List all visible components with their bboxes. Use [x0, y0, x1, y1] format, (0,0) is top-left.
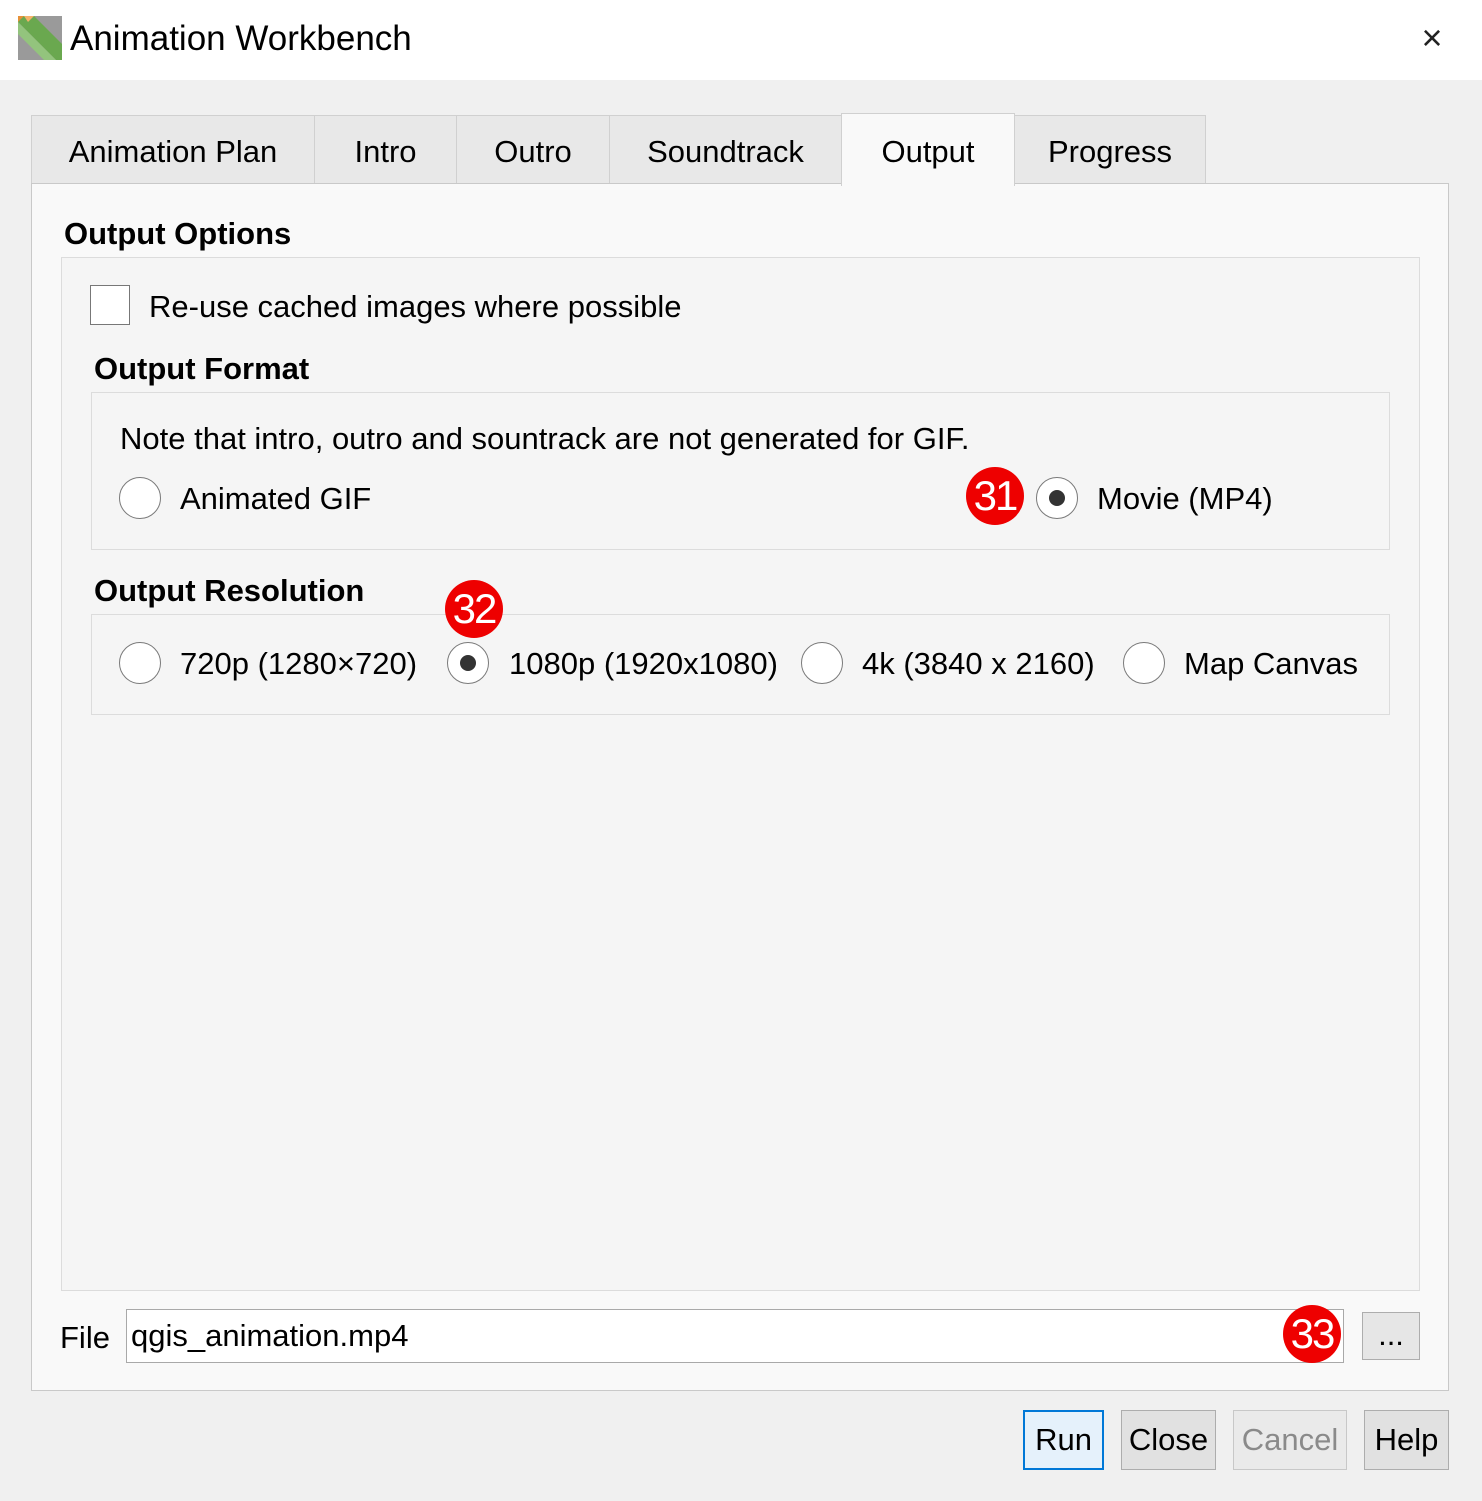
res-4k-label[interactable]: 4k (3840 x 2160) [862, 644, 1095, 684]
output-format-group [91, 392, 1390, 550]
annotation-badge-33: 33 [1283, 1305, 1341, 1363]
animated-gif-radio[interactable] [119, 477, 161, 519]
close-button[interactable]: Close [1121, 1410, 1216, 1470]
animated-gif-label[interactable]: Animated GIF [180, 479, 371, 519]
res-map-canvas-radio[interactable] [1123, 642, 1165, 684]
output-resolution-title: Output Resolution [94, 573, 365, 608]
title-bar: Animation Workbench × [0, 0, 1482, 80]
res-720p-label[interactable]: 720p (1280×720) [180, 644, 417, 684]
tab-soundtrack[interactable]: Soundtrack [609, 115, 842, 185]
res-720p-radio[interactable] [119, 642, 161, 684]
tab-outro[interactable]: Outro [456, 115, 610, 185]
close-icon[interactable]: × [1408, 16, 1456, 60]
annotation-badge-31: 31 [966, 467, 1024, 525]
reuse-cache-label[interactable]: Re-use cached images where possible [149, 287, 681, 327]
reuse-cache-checkbox[interactable] [90, 285, 130, 325]
file-path-input[interactable]: qgis_animation.mp4 [126, 1309, 1344, 1363]
tab-progress[interactable]: Progress [1014, 115, 1206, 185]
window-title: Animation Workbench [70, 19, 412, 58]
tab-intro[interactable]: Intro [314, 115, 457, 185]
annotation-badge-32: 32 [445, 580, 503, 638]
cancel-button[interactable]: Cancel [1233, 1410, 1347, 1470]
qgis-logo-icon [18, 16, 62, 60]
output-format-note: Note that intro, outro and sountrack are… [120, 421, 970, 456]
movie-mp4-radio[interactable] [1036, 477, 1078, 519]
tab-animation-plan[interactable]: Animation Plan [31, 115, 315, 185]
browse-file-button[interactable]: ... [1362, 1312, 1420, 1360]
res-map-canvas-label[interactable]: Map Canvas [1184, 644, 1358, 684]
help-button[interactable]: Help [1364, 1410, 1449, 1470]
res-4k-radio[interactable] [801, 642, 843, 684]
file-label: File [60, 1320, 110, 1355]
res-1080p-radio[interactable] [447, 642, 489, 684]
tab-output[interactable]: Output [841, 113, 1015, 186]
res-1080p-label[interactable]: 1080p (1920x1080) [509, 644, 778, 684]
output-options-title: Output Options [64, 216, 292, 251]
run-button[interactable]: Run [1023, 1410, 1104, 1470]
movie-mp4-label[interactable]: Movie (MP4) [1097, 479, 1273, 519]
output-format-title: Output Format [94, 351, 310, 386]
